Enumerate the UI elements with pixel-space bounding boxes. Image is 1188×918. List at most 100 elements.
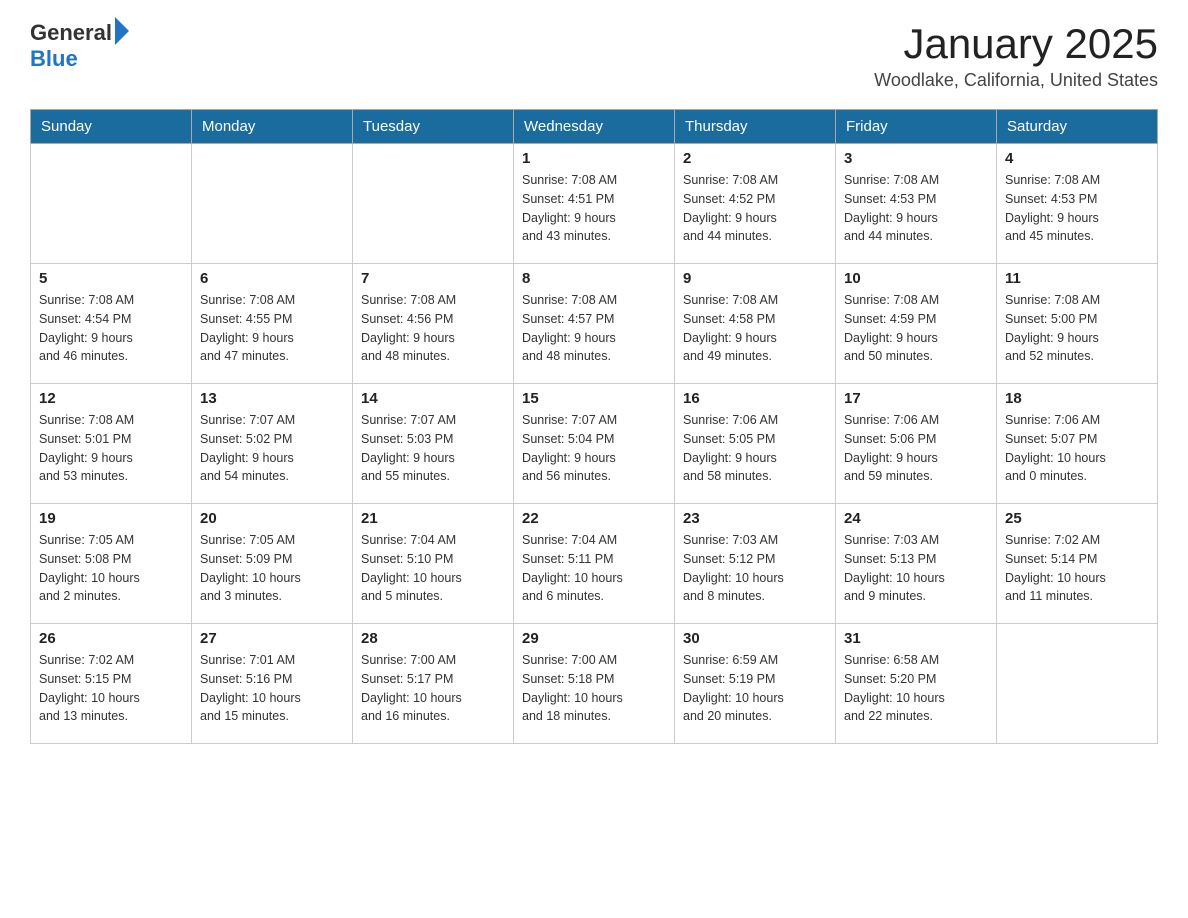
calendar-cell: 27 Sunrise: 7:01 AMSunset: 5:16 PMDayligh…: [192, 624, 353, 744]
day-info: Sunrise: 6:58 AMSunset: 5:20 PMDaylight:…: [844, 651, 988, 726]
day-number: 5: [39, 270, 183, 287]
calendar-cell: 30Sunrise: 6:59 AMSunset: 5:19 PMDayligh…: [675, 624, 836, 744]
day-number: 2: [683, 150, 827, 167]
day-number: 10: [844, 270, 988, 287]
calendar-cell: 19Sunrise: 7:05 AMSunset: 5:08 PMDayligh…: [31, 504, 192, 624]
calendar-cell: [353, 144, 514, 264]
day-number: 17: [844, 390, 988, 407]
calendar-cell: 16Sunrise: 7:06 AMSunset: 5:05 PMDayligh…: [675, 384, 836, 504]
calendar-table: SundayMondayTuesdayWednesdayThursdayFrid…: [30, 109, 1158, 744]
calendar-title: January 2025: [874, 20, 1158, 68]
day-info: Sunrise: 7:05 AMSunset: 5:08 PMDaylight:…: [39, 531, 183, 606]
week-row-3: 12Sunrise: 7:08 AMSunset: 5:01 PMDayligh…: [31, 384, 1158, 504]
header: General Blue January 2025 Woodlake, Cali…: [30, 20, 1158, 91]
header-day-saturday: Saturday: [997, 110, 1158, 144]
day-info: Sunrise: 7:02 AMSunset: 5:15 PMDaylight:…: [39, 651, 183, 726]
calendar-cell: 9 Sunrise: 7:08 AMSunset: 4:58 PMDaylight…: [675, 264, 836, 384]
day-number: 18: [1005, 390, 1149, 407]
day-number: 31: [844, 630, 988, 647]
day-info: Sunrise: 7:08 AMSunset: 4:57 PMDaylight:…: [522, 291, 666, 366]
calendar-cell: 20 Sunrise: 7:05 AMSunset: 5:09 PMDayligh…: [192, 504, 353, 624]
calendar-cell: 17Sunrise: 7:06 AMSunset: 5:06 PMDayligh…: [836, 384, 997, 504]
day-info: Sunrise: 7:01 AMSunset: 5:16 PMDaylight:…: [200, 651, 344, 726]
day-number: 21: [361, 510, 505, 527]
day-info: Sunrise: 7:03 AMSunset: 5:12 PMDaylight:…: [683, 531, 827, 606]
calendar-cell: 21 Sunrise: 7:04 AMSunset: 5:10 PMDayligh…: [353, 504, 514, 624]
calendar-cell: 28 Sunrise: 7:00 AMSunset: 5:17 PMDayligh…: [353, 624, 514, 744]
day-info: Sunrise: 7:05 AMSunset: 5:09 PMDaylight:…: [200, 531, 344, 606]
day-info: Sunrise: 7:08 AMSunset: 4:59 PMDaylight:…: [844, 291, 988, 366]
calendar-cell: 7Sunrise: 7:08 AMSunset: 4:56 PMDaylight…: [353, 264, 514, 384]
calendar-cell: 8 Sunrise: 7:08 AMSunset: 4:57 PMDaylight…: [514, 264, 675, 384]
calendar-subtitle: Woodlake, California, United States: [874, 70, 1158, 91]
calendar-cell: 6 Sunrise: 7:08 AMSunset: 4:55 PMDaylight…: [192, 264, 353, 384]
day-number: 20: [200, 510, 344, 527]
calendar-cell: [997, 624, 1158, 744]
header-day-wednesday: Wednesday: [514, 110, 675, 144]
day-info: Sunrise: 7:08 AMSunset: 5:00 PMDaylight:…: [1005, 291, 1149, 366]
header-day-sunday: Sunday: [31, 110, 192, 144]
logo-general-text: General: [30, 20, 112, 46]
day-number: 16: [683, 390, 827, 407]
week-row-2: 5 Sunrise: 7:08 AMSunset: 4:54 PMDaylight…: [31, 264, 1158, 384]
day-number: 27: [200, 630, 344, 647]
day-number: 6: [200, 270, 344, 287]
header-day-monday: Monday: [192, 110, 353, 144]
logo-blue-text: Blue: [30, 46, 78, 72]
calendar-cell: 2 Sunrise: 7:08 AMSunset: 4:52 PMDaylight…: [675, 144, 836, 264]
day-number: 28: [361, 630, 505, 647]
day-number: 1: [522, 150, 666, 167]
calendar-cell: 3Sunrise: 7:08 AMSunset: 4:53 PMDaylight…: [836, 144, 997, 264]
day-info: Sunrise: 7:08 AMSunset: 4:58 PMDaylight:…: [683, 291, 827, 366]
day-info: Sunrise: 7:07 AMSunset: 5:04 PMDaylight:…: [522, 411, 666, 486]
day-info: Sunrise: 7:07 AMSunset: 5:02 PMDaylight:…: [200, 411, 344, 486]
day-info: Sunrise: 7:04 AMSunset: 5:10 PMDaylight:…: [361, 531, 505, 606]
day-info: Sunrise: 7:08 AMSunset: 4:54 PMDaylight:…: [39, 291, 183, 366]
header-day-tuesday: Tuesday: [353, 110, 514, 144]
calendar-cell: 14Sunrise: 7:07 AMSunset: 5:03 PMDayligh…: [353, 384, 514, 504]
header-row: SundayMondayTuesdayWednesdayThursdayFrid…: [31, 110, 1158, 144]
calendar-cell: 5 Sunrise: 7:08 AMSunset: 4:54 PMDaylight…: [31, 264, 192, 384]
header-day-thursday: Thursday: [675, 110, 836, 144]
week-row-5: 26 Sunrise: 7:02 AMSunset: 5:15 PMDayligh…: [31, 624, 1158, 744]
day-info: Sunrise: 7:08 AMSunset: 4:55 PMDaylight:…: [200, 291, 344, 366]
day-info: Sunrise: 7:00 AMSunset: 5:17 PMDaylight:…: [361, 651, 505, 726]
day-number: 3: [844, 150, 988, 167]
week-row-4: 19Sunrise: 7:05 AMSunset: 5:08 PMDayligh…: [31, 504, 1158, 624]
logo: General Blue: [30, 20, 129, 72]
calendar-cell: 4Sunrise: 7:08 AMSunset: 4:53 PMDaylight…: [997, 144, 1158, 264]
day-number: 8: [522, 270, 666, 287]
week-row-1: 1 Sunrise: 7:08 AMSunset: 4:51 PMDaylight…: [31, 144, 1158, 264]
day-number: 15: [522, 390, 666, 407]
logo-triangle-icon: [115, 17, 129, 45]
calendar-cell: 29 Sunrise: 7:00 AMSunset: 5:18 PMDayligh…: [514, 624, 675, 744]
calendar-cell: 12Sunrise: 7:08 AMSunset: 5:01 PMDayligh…: [31, 384, 192, 504]
day-info: Sunrise: 7:08 AMSunset: 4:52 PMDaylight:…: [683, 171, 827, 246]
day-info: Sunrise: 7:08 AMSunset: 4:56 PMDaylight:…: [361, 291, 505, 366]
day-number: 11: [1005, 270, 1149, 287]
calendar-cell: 26 Sunrise: 7:02 AMSunset: 5:15 PMDayligh…: [31, 624, 192, 744]
calendar-cell: [31, 144, 192, 264]
day-info: Sunrise: 7:04 AMSunset: 5:11 PMDaylight:…: [522, 531, 666, 606]
day-info: Sunrise: 7:08 AMSunset: 5:01 PMDaylight:…: [39, 411, 183, 486]
calendar-cell: 13 Sunrise: 7:07 AMSunset: 5:02 PMDayligh…: [192, 384, 353, 504]
calendar-cell: 23Sunrise: 7:03 AMSunset: 5:12 PMDayligh…: [675, 504, 836, 624]
day-number: 30: [683, 630, 827, 647]
calendar-header: SundayMondayTuesdayWednesdayThursdayFrid…: [31, 110, 1158, 144]
calendar-cell: 22 Sunrise: 7:04 AMSunset: 5:11 PMDayligh…: [514, 504, 675, 624]
day-number: 14: [361, 390, 505, 407]
day-info: Sunrise: 7:08 AMSunset: 4:51 PMDaylight:…: [522, 171, 666, 246]
calendar-cell: 24Sunrise: 7:03 AMSunset: 5:13 PMDayligh…: [836, 504, 997, 624]
day-number: 22: [522, 510, 666, 527]
calendar-cell: 1 Sunrise: 7:08 AMSunset: 4:51 PMDaylight…: [514, 144, 675, 264]
day-info: Sunrise: 7:00 AMSunset: 5:18 PMDaylight:…: [522, 651, 666, 726]
day-number: 13: [200, 390, 344, 407]
day-number: 26: [39, 630, 183, 647]
day-number: 29: [522, 630, 666, 647]
day-number: 9: [683, 270, 827, 287]
calendar-cell: 10 Sunrise: 7:08 AMSunset: 4:59 PMDayligh…: [836, 264, 997, 384]
day-number: 25: [1005, 510, 1149, 527]
header-day-friday: Friday: [836, 110, 997, 144]
day-info: Sunrise: 7:03 AMSunset: 5:13 PMDaylight:…: [844, 531, 988, 606]
day-info: Sunrise: 7:02 AMSunset: 5:14 PMDaylight:…: [1005, 531, 1149, 606]
